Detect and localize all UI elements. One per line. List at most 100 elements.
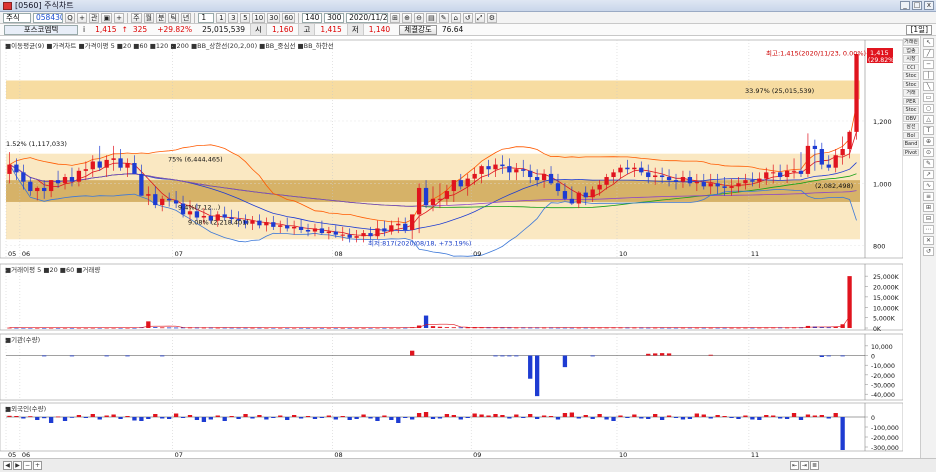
flow-bar[interactable] <box>430 417 436 419</box>
indicator-item[interactable]: 거래원 <box>903 38 919 46</box>
status-button[interactable]: ≣ <box>810 461 819 470</box>
flow-bar[interactable] <box>243 414 248 417</box>
indicator-item[interactable]: 시장 <box>903 55 919 63</box>
home-icon[interactable]: ⌂ <box>450 12 461 23</box>
candle[interactable] <box>14 164 19 173</box>
flow-bar[interactable] <box>528 414 533 417</box>
watchlist-button[interactable]: 관 <box>89 12 100 23</box>
flow-bar[interactable] <box>104 355 109 357</box>
status-button[interactable]: ⇥ <box>800 461 809 470</box>
candle[interactable] <box>479 166 484 174</box>
volume-bar[interactable] <box>444 327 450 328</box>
expand-icon[interactable]: ⤢ <box>474 12 485 23</box>
candle[interactable] <box>187 211 193 215</box>
candle[interactable] <box>347 234 352 238</box>
price-chart-panel[interactable]: ■이동평균(9) ■가격차트 ■가격이평 5 ■20 ■60 ■120 ■200… <box>0 39 903 259</box>
flow-bar[interactable] <box>534 417 540 419</box>
stock-name[interactable]: 포스코엠텍 <box>4 24 78 35</box>
candle[interactable] <box>673 180 679 182</box>
indicator-item[interactable]: CCI <box>903 63 919 71</box>
drawing-tool-icon[interactable]: ✕ <box>923 236 934 245</box>
volume-chart-panel[interactable]: ■거래이평 5 ■20 ■60 ■거래량 0K 5,000K 10,000K 15,00… <box>0 263 903 333</box>
minute-3-button[interactable]: 3 <box>228 12 239 23</box>
minute-60-button[interactable]: 60 <box>282 12 296 23</box>
flow-bar[interactable] <box>715 415 720 417</box>
candle[interactable] <box>305 229 311 232</box>
candle[interactable] <box>361 233 366 237</box>
candle[interactable] <box>784 170 790 178</box>
flow-bar[interactable] <box>708 354 713 356</box>
flow-bar[interactable] <box>42 417 47 419</box>
flow-bar[interactable] <box>507 355 512 357</box>
flow-bar[interactable] <box>562 355 568 368</box>
candle[interactable] <box>298 226 304 230</box>
candle[interactable] <box>118 158 123 168</box>
flow-bar[interactable] <box>104 415 109 418</box>
flow-bar[interactable] <box>48 417 54 423</box>
candle[interactable] <box>458 180 463 187</box>
flow-bar[interactable] <box>14 416 19 417</box>
flow-bar[interactable] <box>701 414 706 418</box>
drawing-tool-icon[interactable]: ▭ <box>923 93 934 102</box>
flow-bar[interactable] <box>819 355 824 357</box>
candle[interactable] <box>847 131 852 149</box>
candle[interactable] <box>743 180 748 184</box>
market-select[interactable]: 주식 <box>3 12 31 23</box>
volume-bar[interactable] <box>167 327 172 329</box>
flow-bar[interactable] <box>333 417 338 420</box>
candle[interactable] <box>590 189 595 198</box>
candle[interactable] <box>160 198 165 206</box>
tab-monthly[interactable]: 월 <box>143 12 154 23</box>
candle[interactable] <box>104 159 109 168</box>
candle[interactable] <box>285 225 290 229</box>
drawing-tool-icon[interactable]: ↗ <box>923 170 934 179</box>
candle[interactable] <box>569 198 575 204</box>
flow-bar[interactable] <box>222 417 227 421</box>
volume-bar[interactable] <box>458 327 463 329</box>
indicator-item[interactable]: 거래 <box>903 89 919 97</box>
candle[interactable] <box>42 187 47 192</box>
flow-bar[interactable] <box>83 417 88 418</box>
flow-bar[interactable] <box>569 412 575 418</box>
flow-bar[interactable] <box>646 417 651 419</box>
flow-bar[interactable] <box>653 353 658 356</box>
candle[interactable] <box>708 183 713 187</box>
tab-weekly[interactable]: 주 <box>131 12 142 23</box>
candle[interactable] <box>430 198 436 206</box>
candle[interactable] <box>194 211 200 218</box>
flow-bar[interactable] <box>21 417 26 419</box>
flow-bar[interactable] <box>590 355 595 357</box>
indicator-item[interactable]: 삼선 <box>903 123 919 131</box>
flow-bar[interactable] <box>680 417 686 420</box>
candle[interactable] <box>55 180 61 184</box>
candle[interactable] <box>646 172 651 178</box>
flow-bar[interactable] <box>819 415 824 417</box>
flow-bar[interactable] <box>514 355 519 357</box>
flow-bar[interactable] <box>42 355 47 357</box>
volume-bar[interactable] <box>451 327 456 329</box>
drawing-tool-icon[interactable]: ≡ <box>923 192 934 201</box>
flow-bar[interactable] <box>69 417 75 418</box>
candle[interactable] <box>167 198 172 201</box>
flow-bar[interactable] <box>28 416 33 417</box>
flow-bar[interactable] <box>653 414 658 417</box>
plus-button[interactable]: + <box>114 12 125 23</box>
candle[interactable] <box>340 234 345 236</box>
tab-minute[interactable]: 분 <box>155 12 167 23</box>
flow-bar[interactable] <box>347 417 352 420</box>
candle[interactable] <box>472 173 477 179</box>
flow-bar[interactable] <box>632 414 637 418</box>
flow-bar[interactable] <box>298 417 304 419</box>
indicator-item[interactable]: Bol <box>903 131 919 139</box>
flow-bar[interactable] <box>132 417 137 421</box>
flow-bar[interactable] <box>840 417 845 450</box>
candle[interactable] <box>326 231 332 234</box>
candle[interactable] <box>687 177 693 184</box>
flow-bar[interactable] <box>659 353 665 356</box>
flow-bar[interactable] <box>486 415 491 418</box>
candle[interactable] <box>653 175 658 178</box>
flow-bar[interactable] <box>576 417 581 419</box>
zoom-out-icon[interactable]: ⊖ <box>414 12 425 23</box>
flow-bar[interactable] <box>493 414 498 417</box>
flow-bar[interactable] <box>500 355 505 357</box>
